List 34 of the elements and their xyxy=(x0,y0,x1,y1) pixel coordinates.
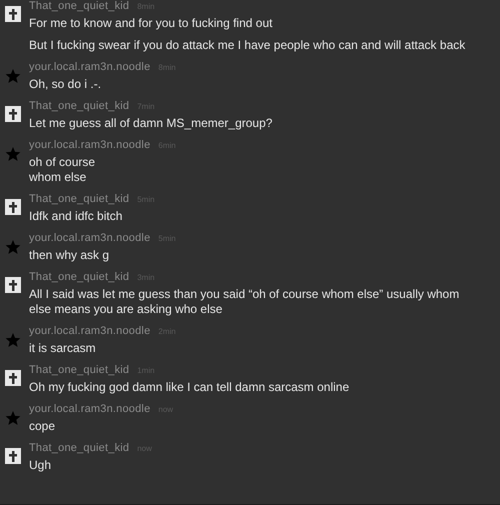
message-text: then why ask g xyxy=(29,248,110,263)
star-icon xyxy=(5,145,21,163)
message-text: Let me guess all of damn MS_memer_group? xyxy=(29,116,274,131)
star-icon xyxy=(5,67,21,85)
cross-icon xyxy=(5,106,21,122)
message-text: All I said was let me guess than you said “oh of course whom else” usually whom else means you are asking who else xyxy=(29,287,460,317)
username[interactable]: your.local.ram3n.noodle xyxy=(29,139,150,151)
message-text: Ugh xyxy=(29,458,52,473)
username[interactable]: your.local.ram3n.noodle xyxy=(29,325,150,337)
username[interactable]: your.local.ram3n.noodle xyxy=(29,61,150,73)
message-text: But I fucking swear if you do attack me I have people who can and will attack back xyxy=(29,38,466,53)
username[interactable]: That_one_quiet_kid xyxy=(29,364,130,376)
message-text: Oh my fucking god damn like I can tell damn sarcasm online xyxy=(29,380,350,395)
cross-icon xyxy=(5,6,21,22)
username[interactable]: That_one_quiet_kid xyxy=(29,0,130,12)
username[interactable]: That_one_quiet_kid xyxy=(29,193,130,205)
message-text: For me to know and for you to fucking find out xyxy=(29,16,274,31)
cross-icon xyxy=(5,277,21,293)
username[interactable]: That_one_quiet_kid xyxy=(29,442,130,454)
message-text: oh of course whom else xyxy=(29,155,96,185)
star-icon xyxy=(5,409,21,427)
message-text: Oh, so do i .-. xyxy=(29,77,102,92)
star-icon xyxy=(5,238,21,256)
message-text: it is sarcasm xyxy=(29,341,97,356)
username[interactable]: your.local.ram3n.noodle xyxy=(29,403,150,415)
cross-icon xyxy=(5,199,21,215)
username[interactable]: That_one_quiet_kid xyxy=(29,271,130,283)
cross-icon xyxy=(5,370,21,386)
username[interactable]: That_one_quiet_kid xyxy=(29,100,130,112)
message-text: Idfk and idfc bitch xyxy=(29,209,124,224)
message-text: cope xyxy=(29,419,56,434)
username[interactable]: your.local.ram3n.noodle xyxy=(29,232,150,244)
star-icon xyxy=(5,331,21,349)
cross-icon xyxy=(5,448,21,464)
